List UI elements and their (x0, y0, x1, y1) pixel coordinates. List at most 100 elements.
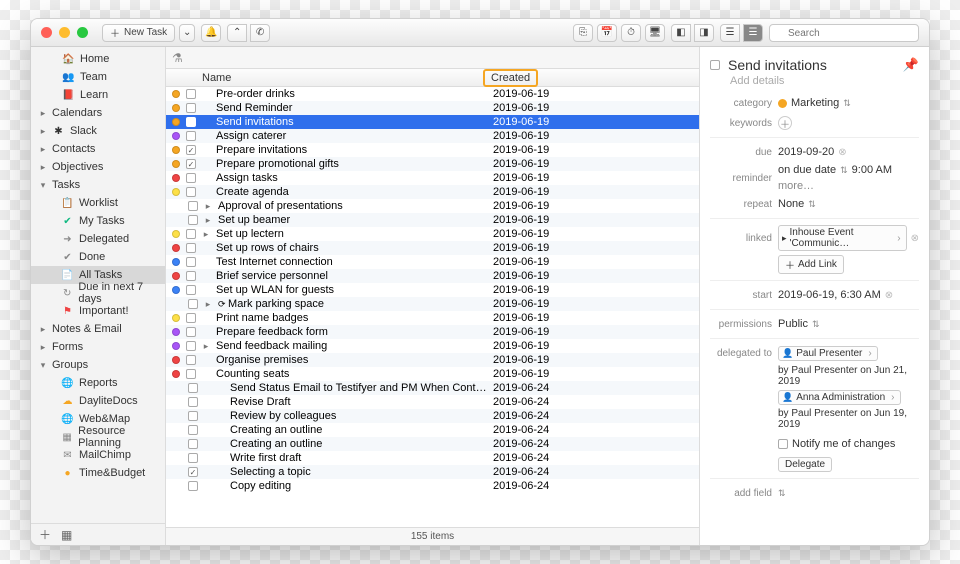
add-link-button[interactable]: ＋Add Link (778, 255, 844, 274)
new-task-dropdown[interactable]: ⌄ (179, 24, 195, 42)
permissions-stepper-icon[interactable]: ⇅ (812, 319, 820, 330)
clear-due-icon[interactable]: ⊗ (838, 147, 846, 158)
calendar-button[interactable]: 📅 (597, 24, 617, 42)
task-checkbox[interactable] (186, 117, 196, 127)
task-checkbox[interactable] (186, 131, 196, 141)
task-checkbox[interactable] (186, 257, 196, 267)
calendar-mini-button[interactable]: ▦ (61, 528, 72, 542)
sidebar-item-calendars[interactable]: ▸Calendars (31, 104, 165, 122)
task-row[interactable]: Review by colleagues2019-06-24 (166, 409, 699, 423)
reminder-time[interactable]: 9:00 AM (852, 164, 892, 176)
reminder-more-link[interactable]: more… (778, 180, 814, 192)
task-checkbox[interactable] (186, 173, 196, 183)
due-value[interactable]: 2019-09-20 (778, 146, 834, 158)
task-checkbox[interactable] (186, 229, 196, 239)
task-row[interactable]: Assign caterer2019-06-19 (166, 129, 699, 143)
view-detail-button[interactable]: ☰ (743, 24, 763, 42)
screen-button[interactable]: 🖥 (645, 24, 665, 42)
phone-out-button[interactable]: ✆ (250, 24, 270, 42)
task-checkbox[interactable] (188, 397, 198, 407)
sidebar-item-home[interactable]: 🏠Home (31, 50, 165, 68)
task-row[interactable]: ✓Selecting a topic2019-06-24 (166, 465, 699, 479)
sidebar-item-slack[interactable]: ▸✱Slack (31, 122, 165, 140)
column-created[interactable]: Created (483, 69, 538, 87)
column-name[interactable]: Name (166, 72, 489, 84)
sidebar-item-team[interactable]: 👥Team (31, 68, 165, 86)
add-field-button[interactable]: add field (710, 488, 772, 499)
task-checkbox[interactable] (186, 89, 196, 99)
task-row[interactable]: Test Internet connection2019-06-19 (166, 255, 699, 269)
task-row[interactable]: Assign tasks2019-06-19 (166, 171, 699, 185)
reminder-value[interactable]: on due date (778, 164, 836, 176)
sidebar-item-time-budget[interactable]: ●Time&Budget (31, 464, 165, 482)
repeat-value[interactable]: None (778, 198, 804, 210)
task-checkbox[interactable] (188, 201, 198, 211)
sidebar-item-resource-planning[interactable]: ▦Resource Planning (31, 428, 165, 446)
task-checkbox[interactable]: ✓ (188, 467, 198, 477)
inspector-details-placeholder[interactable]: Add details (730, 75, 919, 87)
task-row[interactable]: ▸Approval of presentations2019-06-19 (166, 199, 699, 213)
sidebar-item-tasks[interactable]: ▾Tasks (31, 176, 165, 194)
task-checkbox[interactable] (186, 341, 196, 351)
sidebar-item-forms[interactable]: ▸Forms (31, 338, 165, 356)
sidebar-item-reports[interactable]: 🌐Reports (31, 374, 165, 392)
task-checkbox[interactable] (188, 481, 198, 491)
expand-icon[interactable]: ▸ (202, 341, 210, 352)
task-row[interactable]: ▸Set up beamer2019-06-19 (166, 213, 699, 227)
task-checkbox[interactable]: ✓ (186, 145, 196, 155)
sidebar-item-contacts[interactable]: ▸Contacts (31, 140, 165, 158)
task-row[interactable]: Prepare feedback form2019-06-19 (166, 325, 699, 339)
task-row[interactable]: Brief service personnel2019-06-19 (166, 269, 699, 283)
task-row[interactable]: ✓Prepare invitations2019-06-19 (166, 143, 699, 157)
task-row[interactable]: Send invitations2019-06-19 (166, 115, 699, 129)
sidebar-item-due-in-next-7-days[interactable]: ↻Due in next 7 days (31, 284, 165, 302)
task-checkbox[interactable] (188, 411, 198, 421)
task-checkbox[interactable] (188, 425, 198, 435)
pin-icon[interactable]: 📌 (903, 57, 919, 73)
task-row[interactable]: Counting seats2019-06-19 (166, 367, 699, 381)
inspector-title[interactable]: Send invitations (728, 57, 827, 73)
task-checkbox[interactable] (186, 369, 196, 379)
sidebar-item-delegated[interactable]: ➜Delegated (31, 230, 165, 248)
task-checkbox[interactable] (186, 355, 196, 365)
close-window[interactable] (41, 27, 52, 38)
task-checkbox[interactable] (186, 285, 196, 295)
task-row[interactable]: Print name badges2019-06-19 (166, 311, 699, 325)
tool-1[interactable]: ⎘ (573, 24, 593, 42)
task-row[interactable]: ▸Send feedback mailing2019-06-19 (166, 339, 699, 353)
linked-chip[interactable]: ▸Inhouse Event 'Communic…› (778, 225, 907, 251)
task-row[interactable]: ▸Set up lectern2019-06-19 (166, 227, 699, 241)
delegated-person-chip[interactable]: 👤Paul Presenter› (778, 346, 878, 361)
task-row[interactable]: Pre-order drinks2019-06-19 (166, 87, 699, 101)
task-checkbox[interactable] (188, 299, 198, 309)
task-row[interactable]: Write first draft2019-06-24 (166, 451, 699, 465)
task-row[interactable]: Organise premises2019-06-19 (166, 353, 699, 367)
clear-start-icon[interactable]: ⊗ (885, 290, 893, 301)
sidebar-item-my-tasks[interactable]: ✔My Tasks (31, 212, 165, 230)
task-row[interactable]: Creating an outline2019-06-24 (166, 437, 699, 451)
task-row[interactable]: ▸⟳ Mark parking space2019-06-19 (166, 297, 699, 311)
minimize-window[interactable] (59, 27, 70, 38)
task-row[interactable]: Set up WLAN for guests2019-06-19 (166, 283, 699, 297)
category-stepper-icon[interactable]: ⇅ (843, 98, 851, 109)
timer-button[interactable]: ⏱ (621, 24, 641, 42)
add-field-stepper-icon[interactable]: ⇅ (778, 488, 786, 499)
sidebar-item-groups[interactable]: ▾Groups (31, 356, 165, 374)
search-input[interactable] (769, 24, 919, 42)
inspector-checkbox[interactable] (710, 60, 720, 70)
task-checkbox[interactable] (186, 187, 196, 197)
task-row[interactable]: Send Status Email to Testifyer and PM Wh… (166, 381, 699, 395)
anna-chip[interactable]: 👤Anna Administration› (778, 390, 901, 405)
expand-icon[interactable]: ▸ (204, 201, 212, 212)
task-checkbox[interactable] (188, 439, 198, 449)
category-value[interactable]: Marketing (791, 97, 839, 109)
repeat-stepper-icon[interactable]: ⇅ (808, 199, 816, 210)
new-task-button[interactable]: ＋ New Task (102, 24, 175, 42)
task-checkbox[interactable]: ✓ (186, 159, 196, 169)
notifications-button[interactable]: 🔔 (201, 24, 221, 42)
start-value[interactable]: 2019-06-19, 6:30 AM (778, 289, 881, 301)
task-checkbox[interactable] (186, 327, 196, 337)
task-checkbox[interactable] (186, 243, 196, 253)
permissions-value[interactable]: Public (778, 318, 808, 330)
filter-icon[interactable]: ⚗ (172, 51, 183, 65)
